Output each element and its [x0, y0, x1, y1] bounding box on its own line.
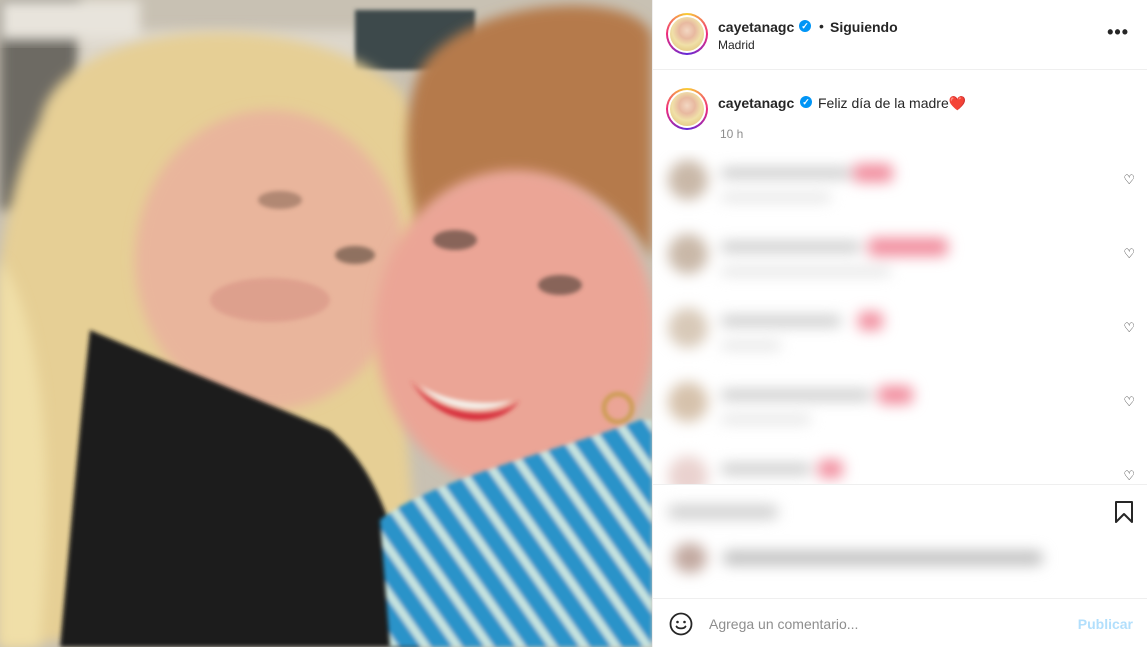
list-item: ♡	[653, 150, 1147, 224]
blurred-comment	[663, 372, 983, 442]
caption-avatar[interactable]	[666, 88, 708, 130]
author-avatar[interactable]	[666, 13, 708, 55]
red-heart-emoji: ❤️	[948, 95, 967, 111]
caption-text: Feliz día de la madre❤️	[818, 95, 967, 111]
blurred-comment	[663, 298, 983, 368]
list-item: ♡	[653, 298, 1147, 372]
post-timestamp[interactable]: 10 h	[720, 127, 743, 141]
heart-outline-icon[interactable]: ♡	[1123, 172, 1135, 188]
post-location[interactable]: Madrid	[718, 38, 755, 52]
smiley-icon[interactable]	[669, 612, 693, 636]
list-item: ♡	[653, 372, 1147, 446]
bookmark-icon[interactable]	[1114, 500, 1134, 524]
blurred-comment	[663, 150, 983, 220]
comment-input[interactable]	[709, 611, 1049, 637]
comment-composer: Publicar	[653, 598, 1147, 647]
list-item: ♡	[653, 446, 1147, 484]
post-details-panel: cayetanagc ✓ • Siguiendo Madrid ••• caye…	[652, 0, 1147, 647]
more-options-icon[interactable]: •••	[1107, 22, 1129, 43]
caption-username[interactable]: cayetanagc	[718, 95, 794, 111]
list-item: ♡	[653, 224, 1147, 298]
blurred-comment	[663, 446, 983, 484]
heart-outline-icon[interactable]: ♡	[1123, 246, 1135, 262]
following-button[interactable]: Siguiendo	[830, 19, 898, 35]
post-actions	[653, 484, 1147, 598]
post-header: cayetanagc ✓ • Siguiendo Madrid •••	[653, 0, 1147, 70]
publish-button[interactable]: Publicar	[1078, 616, 1133, 632]
post-image	[0, 0, 652, 647]
separator-dot: •	[819, 18, 824, 34]
author-username[interactable]: cayetanagc	[718, 19, 794, 35]
blurred-likes	[663, 495, 1063, 585]
heart-outline-icon[interactable]: ♡	[1123, 320, 1135, 336]
post-photo[interactable]	[0, 0, 652, 647]
comments-list: ♡ ♡ ♡ ♡ ♡	[653, 150, 1147, 484]
blurred-comment	[663, 224, 983, 294]
heart-outline-icon[interactable]: ♡	[1123, 468, 1135, 484]
verified-badge-icon: ✓	[800, 96, 812, 108]
verified-badge-icon: ✓	[799, 20, 811, 32]
heart-outline-icon[interactable]: ♡	[1123, 394, 1135, 410]
